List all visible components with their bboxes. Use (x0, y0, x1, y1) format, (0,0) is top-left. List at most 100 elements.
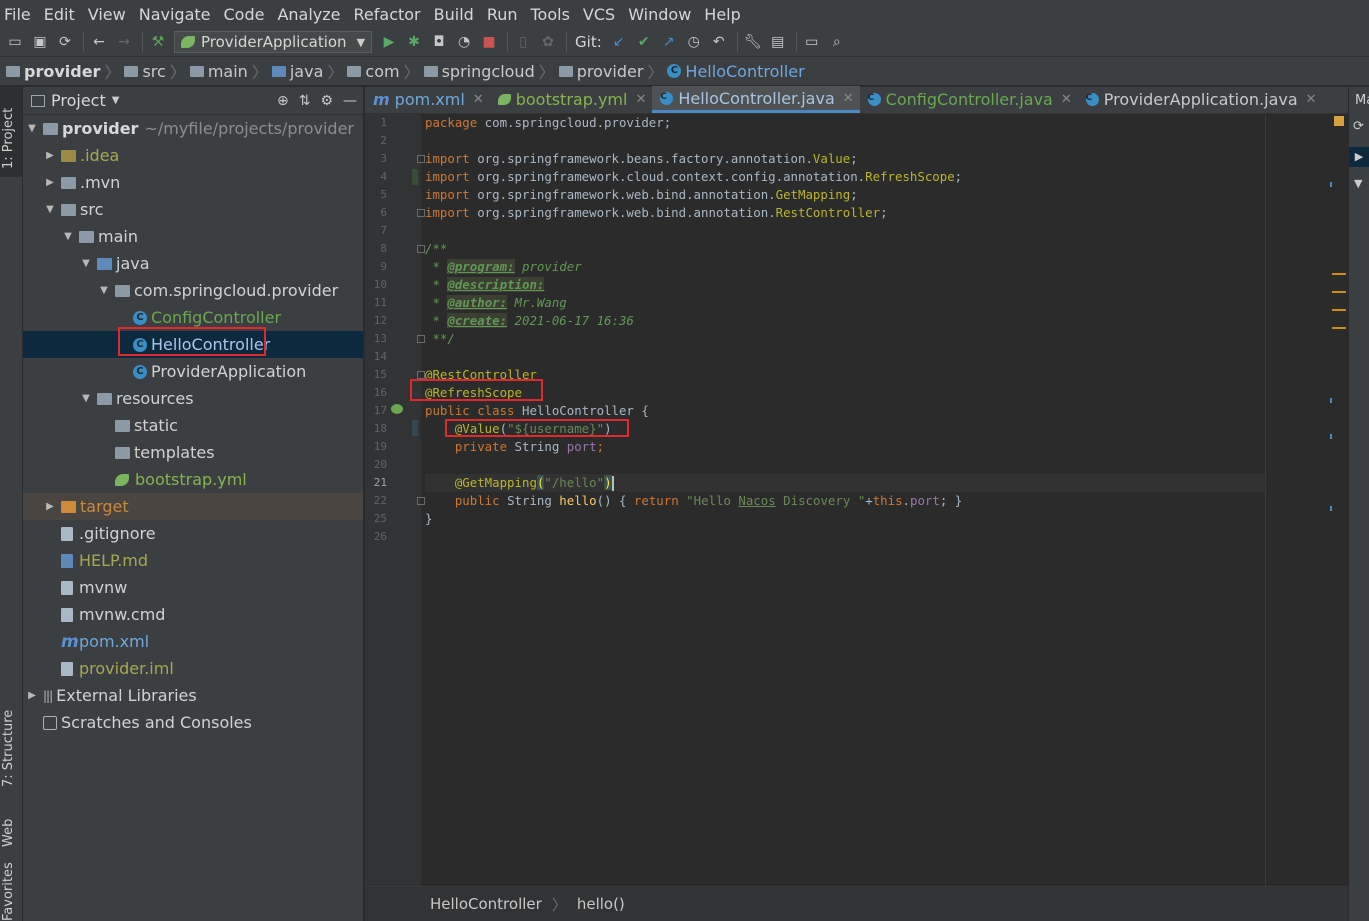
tree-row-bootstrap[interactable]: bootstrap.yml (23, 466, 363, 493)
tree-row-resources[interactable]: ▼ resources (23, 385, 363, 412)
fold-icon[interactable] (417, 335, 425, 343)
fold-icon[interactable] (417, 245, 425, 253)
tab-bootstrap-yml[interactable]: bootstrap.yml ✕ (490, 86, 653, 113)
editor-breadcrumb-class[interactable]: HelloController (430, 895, 542, 913)
minimize-icon[interactable]: — (343, 93, 357, 109)
fold-icon[interactable] (417, 209, 425, 217)
menu-help[interactable]: Help (704, 5, 740, 24)
change-mark[interactable] (1330, 434, 1332, 439)
tree-row-scratches[interactable]: Scratches and Consoles (23, 709, 363, 736)
change-mark[interactable] (1330, 182, 1332, 187)
editor-breadcrumb-method[interactable]: hello() (577, 895, 625, 913)
menu-code[interactable]: Code (224, 5, 265, 24)
search-icon[interactable]: ⌕ (826, 31, 848, 53)
tree-row-provideriml[interactable]: provider.iml (23, 655, 363, 682)
menu-view[interactable]: View (88, 5, 126, 24)
warning-mark[interactable] (1332, 309, 1346, 311)
close-icon[interactable]: ✕ (1306, 92, 1317, 107)
breadcrumb-item[interactable]: springcloud (423, 62, 535, 81)
fold-icon[interactable] (417, 371, 425, 379)
structure-tool-tab[interactable]: 7: Structure (1, 710, 16, 787)
tab-pom-xml[interactable]: m pom.xml ✕ (365, 86, 490, 113)
tree-row-providerapplication[interactable]: C ProviderApplication (23, 358, 363, 385)
expanded-arrow-icon[interactable]: ▼ (43, 204, 57, 215)
vcs-change-marker[interactable] (412, 169, 418, 185)
breadcrumb-item[interactable]: src (124, 62, 166, 81)
breadcrumb-item[interactable]: java (271, 62, 323, 81)
menu-tools[interactable]: Tools (531, 5, 570, 24)
refresh-icon[interactable]: ⟳ (1353, 119, 1364, 134)
expanded-arrow-icon[interactable]: ▼ (79, 258, 93, 269)
close-icon[interactable]: ✕ (1061, 92, 1072, 107)
breadcrumb-item[interactable]: com (347, 62, 400, 81)
back-icon[interactable]: ← (88, 31, 110, 53)
tree-row-templates[interactable]: templates (23, 439, 363, 466)
git-update-icon[interactable]: ↙ (608, 31, 630, 53)
settings-disabled-icon[interactable]: ✿ (537, 31, 559, 53)
warning-mark[interactable] (1332, 327, 1346, 329)
tree-row-configcontroller[interactable]: C ConfigController (23, 304, 363, 331)
fold-icon[interactable] (417, 497, 425, 505)
menu-refactor[interactable]: Refactor (354, 5, 421, 24)
debug-icon[interactable]: ✱ (403, 31, 425, 53)
maven-tool-tab[interactable]: Ma (1355, 93, 1369, 108)
git-push-icon[interactable]: ↗ (658, 31, 680, 53)
tree-row-external-libraries[interactable]: ▶ ||| External Libraries (23, 682, 363, 709)
expanded-arrow-icon[interactable]: ▼ (79, 393, 93, 404)
tree-row-static[interactable]: static (23, 412, 363, 439)
stop-icon[interactable]: ■ (478, 31, 500, 53)
tree-row-java[interactable]: ▼ java (23, 250, 363, 277)
tree-row-src[interactable]: ▼ src (23, 196, 363, 223)
collapsed-arrow-icon[interactable]: ▶ (43, 501, 57, 512)
coverage-icon[interactable]: ◘ (428, 31, 450, 53)
tree-row-mvnw[interactable]: mvnw (23, 574, 363, 601)
tree-row-gitignore[interactable]: .gitignore (23, 520, 363, 547)
tree-row-root[interactable]: ▼ provider ~/myfile/projects/provider (23, 115, 363, 142)
menu-run[interactable]: Run (487, 5, 518, 24)
menu-edit[interactable]: Edit (44, 5, 75, 24)
collapsed-arrow-icon[interactable]: ▶ (25, 690, 39, 701)
terminal-icon[interactable]: ▭ (801, 31, 823, 53)
expanded-arrow-icon[interactable]: ▼ (61, 231, 75, 242)
fold-icon[interactable] (417, 155, 425, 163)
breadcrumb-item[interactable]: provider (6, 62, 100, 81)
tree-row-hellocontroller[interactable]: C HelloController (23, 331, 363, 358)
tree-row-main[interactable]: ▼ main (23, 223, 363, 250)
chevron-down-icon[interactable]: ▼ (112, 95, 120, 106)
favorites-tool-tab[interactable]: Favorites (1, 862, 16, 921)
run-icon[interactable]: ▶ (378, 31, 400, 53)
close-icon[interactable]: ✕ (473, 92, 484, 107)
save-icon[interactable]: ▣ (29, 31, 51, 53)
expanded-arrow-icon[interactable]: ▼ (97, 285, 111, 296)
breadcrumb-item[interactable]: provider (558, 62, 643, 81)
code-editor[interactable]: 1 2 3 4 5 6 7 8 9 10 11 12 13 14 15 16 1… (365, 114, 1348, 886)
warning-mark[interactable] (1332, 291, 1346, 293)
menu-navigate[interactable]: Navigate (139, 5, 211, 24)
git-commit-icon[interactable]: ✔ (633, 31, 655, 53)
menu-file[interactable]: File (4, 5, 31, 24)
forward-icon[interactable]: → (113, 31, 135, 53)
spring-bean-gutter-icon[interactable] (391, 404, 403, 414)
gear-icon[interactable]: ⚙ (320, 93, 333, 109)
expanded-arrow-icon[interactable]: ▼ (25, 123, 39, 134)
profile-icon[interactable]: ◔ (453, 31, 475, 53)
tree-row-pomxml[interactable]: m pom.xml (23, 628, 363, 655)
tab-providerapplication-java[interactable]: C ProviderApplication.java ✕ (1078, 86, 1323, 113)
tree-row-target[interactable]: ▶ target (23, 493, 363, 520)
tab-hellocontroller-java[interactable]: C HelloController.java ✕ (652, 86, 860, 113)
vcs-change-marker[interactable] (412, 420, 418, 436)
sync-icon[interactable]: ⟳ (54, 31, 76, 53)
collapse-all-icon[interactable]: ⇅ (299, 93, 311, 109)
menu-vcs[interactable]: VCS (583, 5, 615, 24)
breadcrumb-item[interactable]: C HelloController (667, 62, 805, 81)
menu-window[interactable]: Window (628, 5, 691, 24)
breadcrumb-item[interactable]: main (189, 62, 248, 81)
close-icon[interactable]: ✕ (635, 92, 646, 107)
history-icon[interactable]: ◷ (683, 31, 705, 53)
warning-indicator-icon[interactable] (1334, 116, 1344, 126)
warning-mark[interactable] (1332, 273, 1346, 275)
menu-analyze[interactable]: Analyze (277, 5, 340, 24)
tree-row-idea[interactable]: ▶ .idea (23, 142, 363, 169)
code-area[interactable]: package com.springcloud.provider; import… (425, 114, 1265, 546)
rollback-icon[interactable]: ↶ (708, 31, 730, 53)
